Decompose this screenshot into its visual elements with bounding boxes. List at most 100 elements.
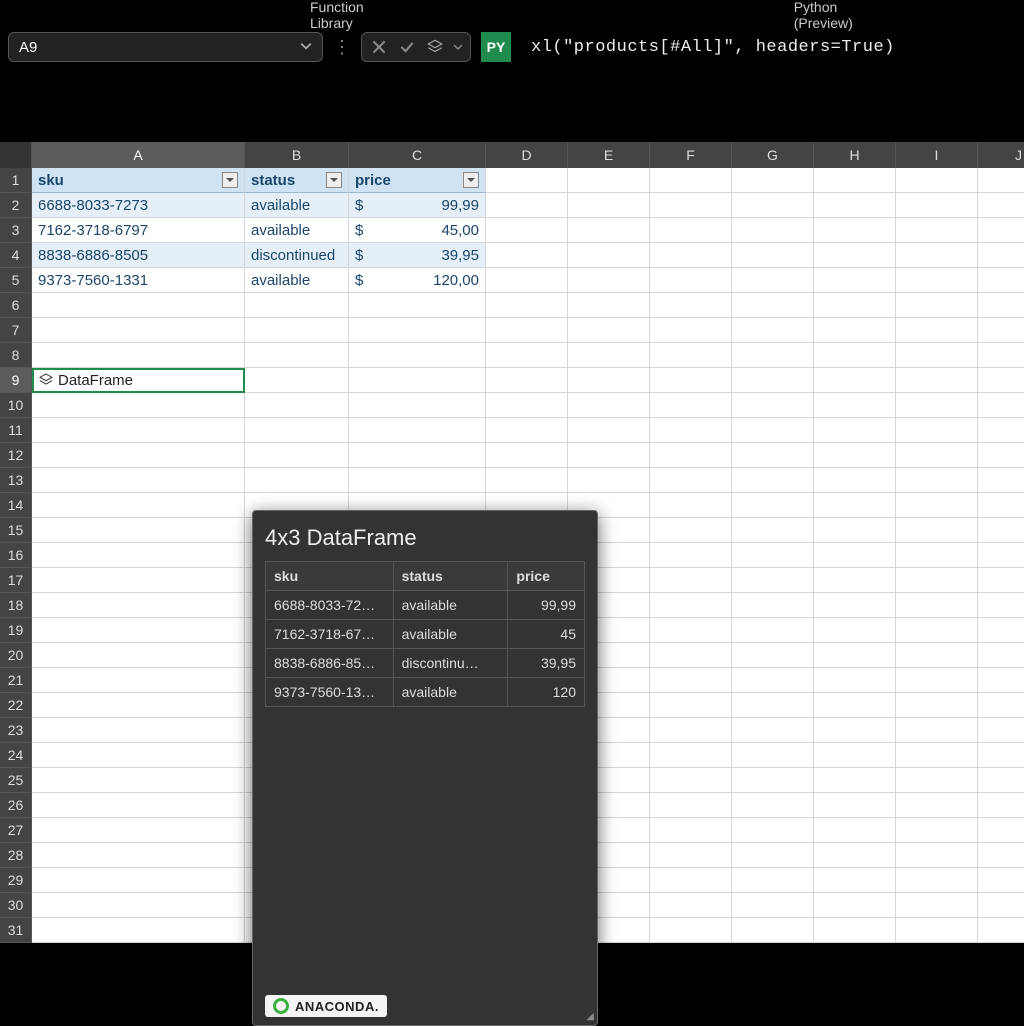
cell-C12[interactable] bbox=[349, 443, 486, 468]
cell-H13[interactable] bbox=[814, 468, 896, 493]
cell-A21[interactable] bbox=[32, 668, 245, 693]
cell-F15[interactable] bbox=[650, 518, 732, 543]
cell-J21[interactable] bbox=[978, 668, 1024, 693]
cell-B6[interactable] bbox=[245, 293, 349, 318]
cell-I30[interactable] bbox=[896, 893, 978, 918]
row-header-20[interactable]: 20 bbox=[0, 643, 32, 668]
row-header-8[interactable]: 8 bbox=[0, 343, 32, 368]
column-header-F[interactable]: F bbox=[650, 142, 732, 168]
cell-H23[interactable] bbox=[814, 718, 896, 743]
cell-F26[interactable] bbox=[650, 793, 732, 818]
cell-G14[interactable] bbox=[732, 493, 814, 518]
cell-F4[interactable] bbox=[650, 243, 732, 268]
cell-F16[interactable] bbox=[650, 543, 732, 568]
cell-A18[interactable] bbox=[32, 593, 245, 618]
cell-H14[interactable] bbox=[814, 493, 896, 518]
cell-C3[interactable]: $45,00 bbox=[349, 218, 486, 243]
cell-E2[interactable] bbox=[568, 193, 650, 218]
cell-E4[interactable] bbox=[568, 243, 650, 268]
cell-J26[interactable] bbox=[978, 793, 1024, 818]
cell-F30[interactable] bbox=[650, 893, 732, 918]
cell-A3[interactable]: 7162-3718-6797 bbox=[32, 218, 245, 243]
cell-C5[interactable]: $120,00 bbox=[349, 268, 486, 293]
cell-G4[interactable] bbox=[732, 243, 814, 268]
cancel-icon[interactable] bbox=[368, 36, 390, 58]
cell-D3[interactable] bbox=[486, 218, 568, 243]
cell-H19[interactable] bbox=[814, 618, 896, 643]
cell-E13[interactable] bbox=[568, 468, 650, 493]
row-header-29[interactable]: 29 bbox=[0, 868, 32, 893]
cell-B3[interactable]: available bbox=[245, 218, 349, 243]
row-header-11[interactable]: 11 bbox=[0, 418, 32, 443]
cell-H4[interactable] bbox=[814, 243, 896, 268]
cell-A19[interactable] bbox=[32, 618, 245, 643]
cell-E1[interactable] bbox=[568, 168, 650, 193]
cell-H8[interactable] bbox=[814, 343, 896, 368]
column-header-D[interactable]: D bbox=[486, 142, 568, 168]
cell-H16[interactable] bbox=[814, 543, 896, 568]
cell-H24[interactable] bbox=[814, 743, 896, 768]
cell-I4[interactable] bbox=[896, 243, 978, 268]
formula-input[interactable]: xl("products[#All]", headers=True) bbox=[517, 38, 895, 57]
cell-A10[interactable] bbox=[32, 393, 245, 418]
cell-I31[interactable] bbox=[896, 918, 978, 943]
cell-D2[interactable] bbox=[486, 193, 568, 218]
cell-A26[interactable] bbox=[32, 793, 245, 818]
cell-G22[interactable] bbox=[732, 693, 814, 718]
column-header-G[interactable]: G bbox=[732, 142, 814, 168]
column-header-B[interactable]: B bbox=[245, 142, 349, 168]
cell-F12[interactable] bbox=[650, 443, 732, 468]
cell-E11[interactable] bbox=[568, 418, 650, 443]
cell-I15[interactable] bbox=[896, 518, 978, 543]
cell-H20[interactable] bbox=[814, 643, 896, 668]
cell-I11[interactable] bbox=[896, 418, 978, 443]
cell-H25[interactable] bbox=[814, 768, 896, 793]
cell-I12[interactable] bbox=[896, 443, 978, 468]
cell-C11[interactable] bbox=[349, 418, 486, 443]
cell-G17[interactable] bbox=[732, 568, 814, 593]
cell-I8[interactable] bbox=[896, 343, 978, 368]
row-header-26[interactable]: 26 bbox=[0, 793, 32, 818]
cell-J3[interactable] bbox=[978, 218, 1024, 243]
cell-C1[interactable]: price bbox=[349, 168, 486, 193]
column-header-H[interactable]: H bbox=[814, 142, 896, 168]
cell-G3[interactable] bbox=[732, 218, 814, 243]
cell-A8[interactable] bbox=[32, 343, 245, 368]
cell-J16[interactable] bbox=[978, 543, 1024, 568]
row-header-10[interactable]: 10 bbox=[0, 393, 32, 418]
cell-J4[interactable] bbox=[978, 243, 1024, 268]
cell-A12[interactable] bbox=[32, 443, 245, 468]
cell-D4[interactable] bbox=[486, 243, 568, 268]
column-header-I[interactable]: I bbox=[896, 142, 978, 168]
cell-J18[interactable] bbox=[978, 593, 1024, 618]
cell-I14[interactable] bbox=[896, 493, 978, 518]
cell-G19[interactable] bbox=[732, 618, 814, 643]
cell-A4[interactable]: 8838-6886-8505 bbox=[32, 243, 245, 268]
cell-J30[interactable] bbox=[978, 893, 1024, 918]
cell-I17[interactable] bbox=[896, 568, 978, 593]
cell-I20[interactable] bbox=[896, 643, 978, 668]
cell-F19[interactable] bbox=[650, 618, 732, 643]
row-header-12[interactable]: 12 bbox=[0, 443, 32, 468]
cell-H29[interactable] bbox=[814, 868, 896, 893]
cell-J2[interactable] bbox=[978, 193, 1024, 218]
cell-F7[interactable] bbox=[650, 318, 732, 343]
filter-dropdown-icon[interactable] bbox=[463, 172, 479, 188]
resize-grip-icon[interactable]: ◢ bbox=[586, 1011, 594, 1022]
row-header-31[interactable]: 31 bbox=[0, 918, 32, 943]
cell-F3[interactable] bbox=[650, 218, 732, 243]
row-header-3[interactable]: 3 bbox=[0, 218, 32, 243]
cell-H7[interactable] bbox=[814, 318, 896, 343]
cell-F10[interactable] bbox=[650, 393, 732, 418]
cell-F8[interactable] bbox=[650, 343, 732, 368]
cell-J13[interactable] bbox=[978, 468, 1024, 493]
cell-J15[interactable] bbox=[978, 518, 1024, 543]
cell-C8[interactable] bbox=[349, 343, 486, 368]
cell-H15[interactable] bbox=[814, 518, 896, 543]
cell-I3[interactable] bbox=[896, 218, 978, 243]
cell-H6[interactable] bbox=[814, 293, 896, 318]
cell-I13[interactable] bbox=[896, 468, 978, 493]
cell-G26[interactable] bbox=[732, 793, 814, 818]
cell-C10[interactable] bbox=[349, 393, 486, 418]
cell-J20[interactable] bbox=[978, 643, 1024, 668]
